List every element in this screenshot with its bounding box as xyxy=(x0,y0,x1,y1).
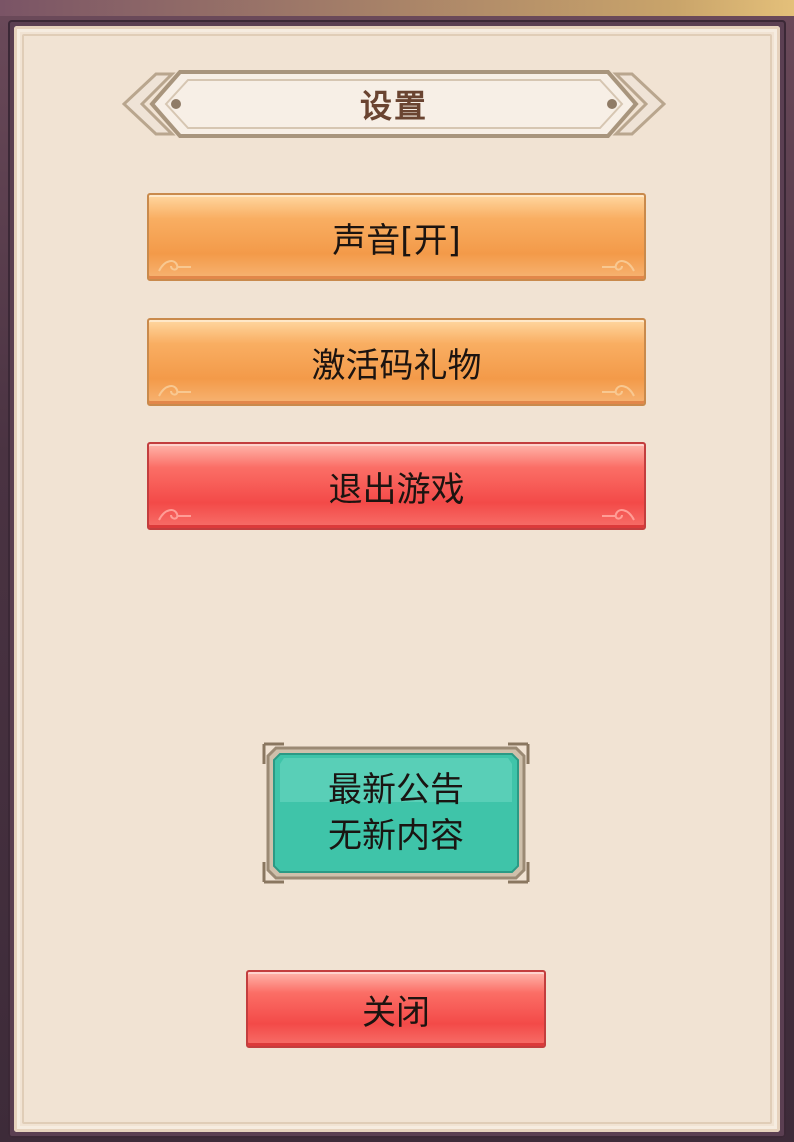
swirl-ornament-icon xyxy=(602,385,635,397)
close-label: 关闭 xyxy=(362,992,430,1033)
gift-code-label: 激活码礼物 xyxy=(311,345,482,386)
swirl-ornament-icon xyxy=(602,509,635,521)
swirl-ornament-icon xyxy=(158,260,191,272)
swirl-ornament-icon xyxy=(158,509,191,521)
sound-toggle-label: 声音[开] xyxy=(332,220,461,261)
swirl-ornament-icon xyxy=(602,260,635,272)
dialog-title-banner: 设置 xyxy=(122,68,666,140)
notice-status: 无新内容 xyxy=(328,816,464,856)
notice-title: 最新公告 xyxy=(328,770,464,810)
background-top-strip xyxy=(0,0,794,16)
swirl-ornament-icon xyxy=(158,385,191,397)
exit-game-label: 退出游戏 xyxy=(328,469,465,510)
gift-code-button[interactable]: 激活码礼物 xyxy=(147,318,646,406)
dialog-panel xyxy=(14,26,780,1132)
latest-notice-button[interactable]: 最新公告 无新内容 xyxy=(262,742,530,884)
notice-text: 最新公告 无新内容 xyxy=(262,742,530,884)
close-button[interactable]: 关闭 xyxy=(246,970,546,1048)
exit-game-button[interactable]: 退出游戏 xyxy=(147,442,646,530)
sound-toggle-button[interactable]: 声音[开] xyxy=(147,193,646,281)
dialog-title: 设置 xyxy=(359,87,428,125)
